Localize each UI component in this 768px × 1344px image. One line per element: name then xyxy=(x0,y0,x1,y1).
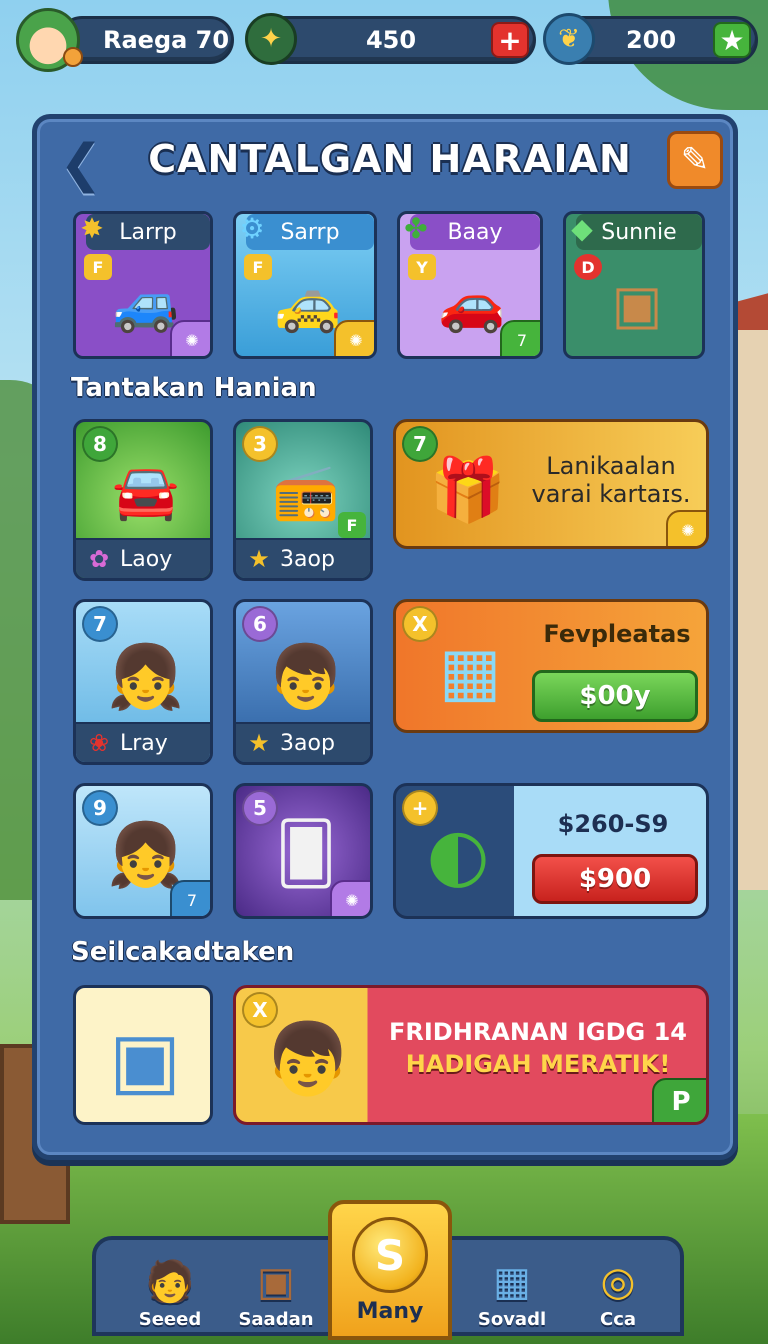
item-tile[interactable]: 8 🚘 ✿ Laoy xyxy=(73,419,213,581)
tile-caption-text: Laoy xyxy=(120,546,173,572)
tile-caption-text: 3aop xyxy=(280,546,335,572)
boy-icon: 👦 xyxy=(267,640,345,713)
ring-plus-icon: ◎ xyxy=(600,1259,636,1305)
bottom-nav: 🧑 Seeed ▣ Saadan S Many ▦ Sovadl ◎ Cca xyxy=(92,1200,684,1340)
add-coins-button[interactable]: + xyxy=(491,22,529,58)
star-icon: ★ xyxy=(248,545,270,573)
character-tile[interactable]: 7 👧 ❀ Lray xyxy=(73,599,213,765)
featured-card[interactable]: Baay ✤ Y 🚗 7 xyxy=(397,211,543,359)
chest-tile[interactable]: ▣ xyxy=(73,985,213,1125)
section-title-special: Seilcakadtaken xyxy=(71,937,295,967)
gear-icon: ⚙ xyxy=(239,211,265,245)
tile-caption: ★ 3aop xyxy=(236,722,370,762)
nav-saadan[interactable]: ▣ Saadan xyxy=(226,1240,326,1340)
ring-price-range: $260-S9 xyxy=(557,810,669,838)
bag-icon: ▦ xyxy=(493,1259,531,1305)
nav-label: Seeed xyxy=(138,1309,202,1330)
character-icon: 🧑 xyxy=(145,1259,195,1305)
nav-sovadl[interactable]: ▦ Sovadl xyxy=(462,1240,562,1340)
clover-icon: ✤ xyxy=(404,211,428,245)
bundle-offer[interactable]: X 👦 FRIDHRANAN IGDG 14 HADIGAH MERATIK! … xyxy=(233,985,709,1125)
gem-counter: ❦ 200 ★ xyxy=(543,13,758,65)
nav-cca[interactable]: ◎ Cca xyxy=(568,1240,668,1340)
cat-icon: ✿ xyxy=(88,545,110,573)
tile-caption: ❀ Lray xyxy=(76,722,210,762)
item-tile[interactable]: 3 📻 F ★ 3aop xyxy=(233,419,373,581)
crate-icon: ▣ xyxy=(611,272,663,336)
player-name: Raega 70 xyxy=(103,26,230,54)
featured-card[interactable]: Sarrp ⚙ F 🚕 ✺ xyxy=(233,211,377,359)
swirl-icon: ✺ xyxy=(334,320,374,356)
ring-offer[interactable]: + ◐ $260-S9 $900 xyxy=(393,783,709,919)
gift-offer-text: Lanikaalan varai kartaɪs. xyxy=(531,452,691,508)
cube-buy-button[interactable]: $00y xyxy=(532,670,698,722)
crate-icon: ▣ xyxy=(257,1259,295,1305)
star-icon: ★ xyxy=(248,729,270,757)
tile-caption-text: 3aop xyxy=(280,730,335,756)
nav-seeed[interactable]: 🧑 Seeed xyxy=(120,1240,220,1340)
bundle-line-2: HADIGAH MERATIK! xyxy=(405,1050,671,1078)
bird-icon: ❀ xyxy=(88,729,110,757)
nav-label: Many xyxy=(356,1299,424,1324)
character-tile[interactable]: 6 👦 ★ 3aop xyxy=(233,599,373,765)
nav-label: Sovadl xyxy=(477,1309,547,1330)
add-gems-button[interactable]: ★ xyxy=(713,22,751,58)
gift-offer[interactable]: 7 🎁 Lanikaalan varai kartaɪs. ✺ xyxy=(393,419,709,549)
number-icon: 7 xyxy=(500,320,540,356)
nav-label: Cca xyxy=(599,1309,637,1330)
girl-icon: 👧 xyxy=(107,640,185,713)
edit-button[interactable]: ✎ xyxy=(667,131,723,189)
corner-letter: F xyxy=(338,512,366,538)
section-title-daily: Tantakan Hanian xyxy=(71,373,317,403)
cube-offer[interactable]: X ▦ Fevpleatas $00y xyxy=(393,599,709,733)
ring-buy-button[interactable]: $900 xyxy=(532,854,698,904)
tile-caption: ★ 3aop xyxy=(236,538,370,578)
back-button[interactable]: ❮ xyxy=(53,134,109,194)
chest-icon: ▣ xyxy=(109,1014,181,1104)
star-icon: ✸ xyxy=(80,211,104,245)
featured-card[interactable]: Sunnie ◆ D ▣ xyxy=(563,211,705,359)
coin-icon: S xyxy=(352,1217,428,1293)
tile-caption-text: Lray xyxy=(120,730,168,756)
cube-offer-title: Fevpleatas xyxy=(543,620,691,648)
corner-number: 7 xyxy=(170,880,210,916)
leaf-gem-icon: ❦ xyxy=(543,13,595,65)
top-bar: Raega 70 ✦ 450 + ❦ 200 ★ xyxy=(10,8,758,72)
swirl-icon: ✺ xyxy=(330,880,370,916)
character-tile[interactable]: 9 👧 7 xyxy=(73,783,213,919)
swirl-icon: ✺ xyxy=(666,510,706,546)
swirl-icon: ✺ xyxy=(170,320,210,356)
gem-amount: 200 xyxy=(625,26,677,54)
leaf-coin-icon: ✦ xyxy=(245,13,297,65)
cube-icon: ▦ xyxy=(438,632,502,710)
player-pill[interactable]: Raega 70 xyxy=(58,16,234,64)
nav-label: Saadan xyxy=(238,1309,314,1330)
ring-icon: ◐ xyxy=(426,812,490,896)
corner-letter: P xyxy=(652,1078,706,1122)
coin-amount: 450 xyxy=(365,26,417,54)
gift-icon: 🎁 xyxy=(429,453,507,526)
coin-counter: ✦ 450 + xyxy=(245,13,536,65)
card-pack-tile[interactable]: 5 🂠 ✺ xyxy=(233,783,373,919)
gem-icon: ◆ xyxy=(571,211,593,245)
nav-many[interactable]: S Many xyxy=(328,1200,452,1340)
boy-icon: 👦 xyxy=(264,1017,352,1100)
panel-title: CANTALGAN HARAIAN xyxy=(148,137,632,181)
player-avatar[interactable] xyxy=(16,8,83,72)
bundle-line-1: FRIDHRANAN IGDG 14 xyxy=(389,1018,687,1046)
featured-card[interactable]: Larrp ✸ F 🚙 ✺ xyxy=(73,211,213,359)
shop-panel: ❮ CANTALGAN HARAIAN ✎ Larrp ✸ F 🚙 ✺ Sarr… xyxy=(32,114,738,1160)
tile-caption: ✿ Laoy xyxy=(76,538,210,578)
car-icon: 🚘 xyxy=(112,460,180,523)
